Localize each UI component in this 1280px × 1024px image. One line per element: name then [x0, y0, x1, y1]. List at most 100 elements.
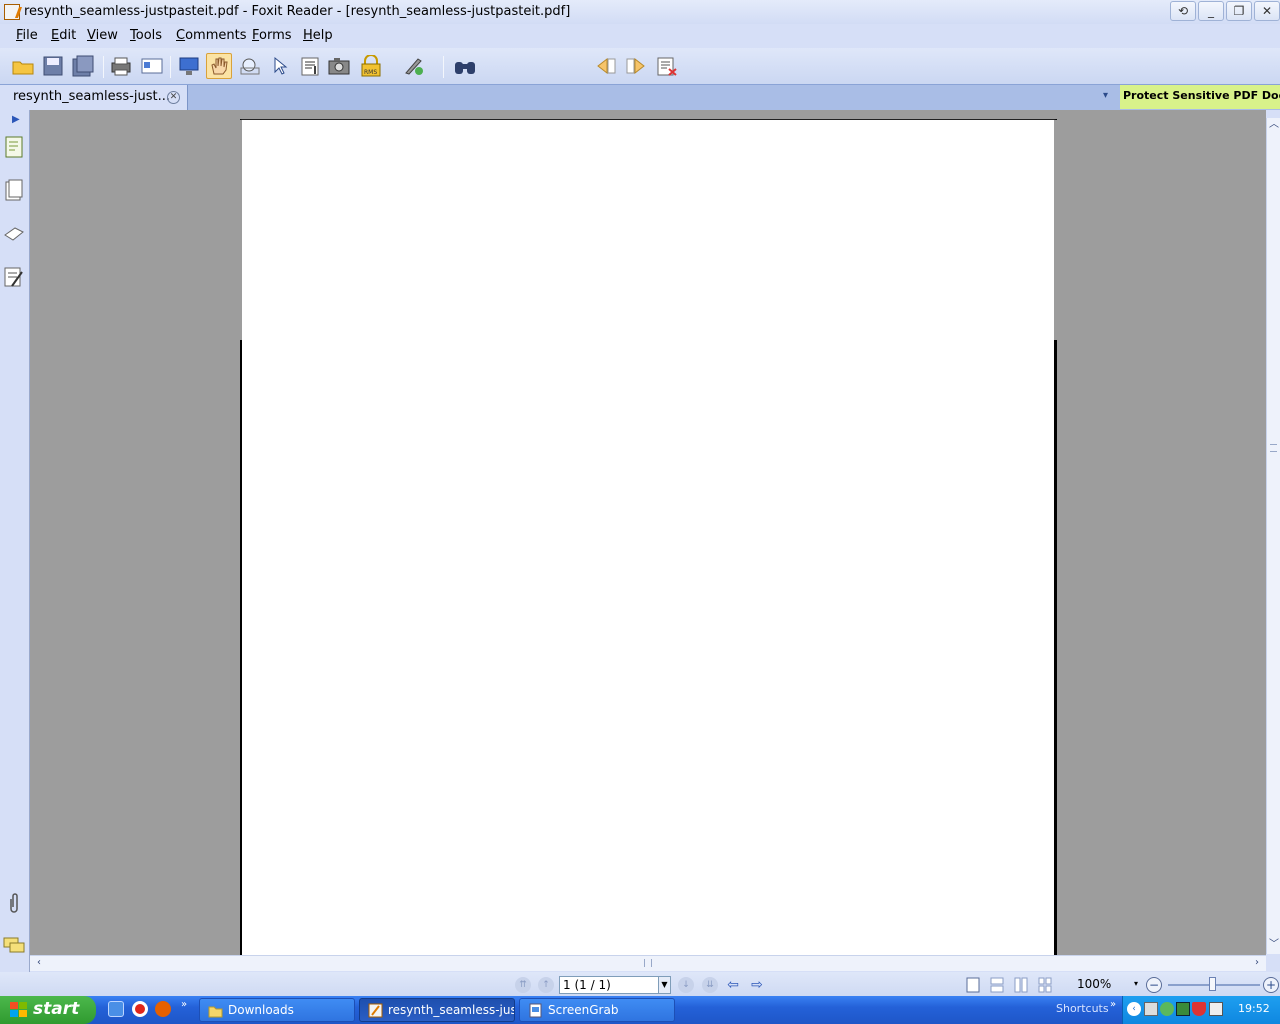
foxit-icon [368, 1003, 383, 1018]
expand-panel-icon[interactable]: ▶ [12, 114, 20, 125]
menu-view[interactable]: View [87, 28, 118, 43]
open-file-icon[interactable] [10, 53, 36, 79]
screengrab-icon [529, 1003, 542, 1018]
tray-status-icon[interactable] [1160, 1002, 1174, 1016]
quicklaunch-firefox-icon[interactable] [155, 1001, 171, 1017]
window-title: resynth_seamless-justpasteit.pdf - Foxit… [24, 4, 571, 19]
tray-safely-remove-icon[interactable] [1209, 1002, 1223, 1016]
next-page-icon[interactable]: ↓ [678, 977, 694, 993]
task-screengrab[interactable]: ScreenGrab [519, 998, 675, 1022]
scroll-right-icon[interactable]: › [1250, 956, 1264, 970]
previous-page-icon[interactable]: ↑ [538, 977, 554, 993]
print-icon[interactable] [108, 53, 134, 79]
minimize-button[interactable]: _ [1198, 1, 1224, 21]
tab-document-label: resynth_seamless-just... [13, 89, 170, 104]
menu-file[interactable]: File [16, 28, 38, 43]
navigation-panel: ▶ [0, 110, 30, 972]
last-page-icon[interactable]: ⇊ [702, 977, 718, 993]
zoom-level[interactable]: 100% [1077, 977, 1111, 991]
zoom-tool-icon[interactable] [237, 53, 263, 79]
zoom-in-icon[interactable]: + [1263, 977, 1279, 993]
tray-expand-icon[interactable]: ‹ [1127, 1002, 1141, 1016]
scroll-thumb-grip[interactable] [1270, 444, 1277, 452]
continuous-icon[interactable] [989, 977, 1005, 993]
shortcuts-more-icon[interactable]: » [1110, 999, 1116, 1010]
pdf-page[interactable] [240, 119, 1057, 955]
restore-app-button[interactable]: ⟲ [1170, 1, 1196, 21]
horizontal-scrollbar[interactable]: ‹ › [30, 955, 1266, 971]
zoom-dropdown-icon[interactable]: ▾ [1134, 979, 1138, 988]
go-back-icon[interactable]: ⇦ [725, 977, 741, 993]
save-as-icon[interactable] [70, 53, 96, 79]
page-dropdown-icon[interactable]: ▼ [659, 976, 671, 994]
task-downloads[interactable]: Downloads [199, 998, 355, 1022]
hand-tool-icon[interactable] [206, 53, 232, 79]
tab-close-icon[interactable]: ✕ [167, 91, 180, 104]
select-arrow-icon[interactable] [267, 53, 293, 79]
foxit-app-icon[interactable] [4, 4, 20, 20]
page-number-input[interactable]: 1 (1 / 1) [559, 976, 659, 994]
toolbar: RMS ▾ ▾ [0, 48, 1280, 124]
tray-network-icon[interactable] [1144, 1002, 1158, 1016]
layers-icon[interactable] [3, 222, 25, 246]
first-page-icon[interactable]: ⇈ [515, 977, 531, 993]
hscroll-thumb-grip[interactable] [644, 959, 652, 967]
attachments-icon[interactable] [3, 891, 25, 915]
shortcuts-toolbar[interactable]: Shortcuts [1056, 1002, 1109, 1015]
folder-icon [208, 1006, 223, 1018]
task-foxit-reader[interactable]: resynth_seamless-jus... [359, 998, 515, 1022]
title-bar: resynth_seamless-justpasteit.pdf - Foxit… [0, 0, 1280, 24]
save-icon[interactable] [40, 53, 66, 79]
menu-forms[interactable]: Forms [252, 28, 292, 43]
find-binoculars-icon[interactable] [452, 53, 478, 79]
rms-lock-icon[interactable]: RMS [358, 53, 384, 79]
single-page-icon[interactable] [965, 977, 981, 993]
task-label: resynth_seamless-jus... [388, 1003, 515, 1017]
menu-edit[interactable]: Edit [51, 28, 76, 43]
full-screen-icon[interactable] [176, 53, 202, 79]
select-text-icon[interactable] [297, 53, 323, 79]
comment-bubble-icon[interactable] [3, 934, 25, 958]
menu-comments[interactable]: Comments [176, 28, 246, 43]
find-next-icon[interactable] [623, 53, 649, 79]
quicklaunch-more-icon[interactable]: » [181, 999, 187, 1010]
bookmarks-icon[interactable] [3, 135, 25, 159]
continuous-facing-icon[interactable] [1037, 977, 1053, 993]
tab-bar [0, 84, 1280, 110]
quicklaunch-ie-icon[interactable] [108, 1001, 124, 1017]
pages-thumbnails-icon[interactable] [3, 178, 25, 202]
windows-flag-icon [10, 1002, 27, 1017]
comments-list-icon[interactable] [3, 265, 25, 289]
toolbar-separator [170, 56, 171, 78]
tray-shield-icon[interactable] [1192, 1002, 1206, 1016]
toolbar-separator [103, 56, 104, 78]
properties-icon[interactable] [139, 53, 165, 79]
document-view[interactable] [30, 110, 1266, 955]
scroll-left-icon[interactable]: ‹ [32, 956, 46, 970]
menu-bar: File Edit View Tools Comments Forms Help [0, 24, 1280, 48]
sign-tool-icon[interactable] [401, 53, 427, 79]
scroll-down-icon[interactable]: ﹀ [1267, 938, 1280, 952]
menu-tools[interactable]: Tools [130, 28, 162, 43]
zoom-out-icon[interactable]: − [1146, 977, 1162, 993]
tab-document[interactable]: resynth_seamless-just... ✕ [0, 85, 188, 110]
go-forward-icon[interactable]: ⇨ [749, 977, 765, 993]
zoom-slider-thumb[interactable] [1209, 977, 1216, 991]
maximize-button[interactable]: ❐ [1226, 1, 1252, 21]
tab-list-dropdown-icon[interactable]: ▾ [1103, 90, 1108, 101]
toolbar-separator [443, 56, 444, 78]
find-previous-icon[interactable] [593, 53, 619, 79]
promo-banner[interactable]: Protect Sensitive PDF Documents [1120, 85, 1280, 109]
task-label: ScreenGrab [548, 1003, 619, 1017]
typewriter-tool-icon[interactable] [654, 53, 680, 79]
tray-app-icon[interactable] [1176, 1002, 1190, 1016]
clock[interactable]: 19:52 [1238, 1002, 1270, 1015]
facing-icon[interactable] [1013, 977, 1029, 993]
vertical-scrollbar[interactable]: ︿ ﹀ [1266, 118, 1280, 954]
quicklaunch-opera-icon[interactable] [132, 1001, 148, 1017]
task-label: Downloads [228, 1003, 294, 1017]
scroll-up-icon[interactable]: ︿ [1267, 118, 1280, 132]
menu-help[interactable]: Help [303, 28, 333, 43]
snapshot-icon[interactable] [326, 53, 352, 79]
close-button[interactable]: ✕ [1254, 1, 1280, 21]
